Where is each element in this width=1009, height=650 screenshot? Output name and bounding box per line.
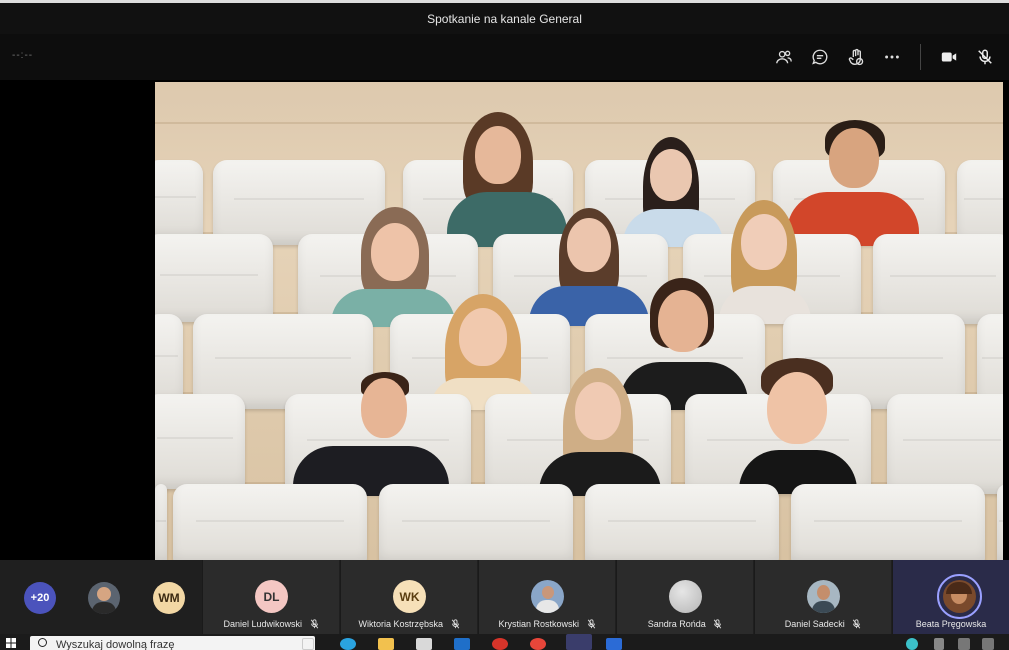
auditorium-seat (585, 484, 779, 560)
network-icon[interactable] (958, 638, 970, 650)
windows-start-icon[interactable] (6, 638, 16, 648)
participants-icon (776, 50, 792, 64)
participant-name: Wiktoria Kostrzębska (358, 619, 443, 629)
mic-muted-icon (978, 49, 992, 65)
participants-button[interactable] (766, 39, 802, 75)
tray-icon[interactable] (906, 638, 918, 650)
os-taskbar: Wyszukaj dowolną frazę (0, 634, 1009, 650)
participant-name-row: Sandra Rońda (617, 619, 753, 629)
avatar-initials: DL (263, 589, 280, 604)
chrome-icon[interactable] (530, 638, 546, 650)
window-title: Spotkanie na kanale General (427, 11, 582, 26)
avatar-photo (943, 580, 976, 613)
participant-video (539, 368, 661, 496)
participant-tile[interactable]: Sandra Rońda (616, 560, 753, 634)
avatar: DL (255, 580, 288, 613)
auditorium-seat (173, 484, 367, 560)
word-icon[interactable] (606, 638, 622, 650)
mic-button[interactable] (967, 39, 1003, 75)
mic-muted-icon (310, 619, 318, 629)
reactions-icon (848, 48, 864, 66)
participant-name-row: Krystian Rostkowski (479, 619, 615, 629)
participant-name: Beata Pręgowska (915, 619, 987, 629)
reactions-button[interactable] (838, 39, 874, 75)
store-icon[interactable] (416, 638, 432, 650)
avatar-initials: WK (399, 589, 420, 604)
volume-icon[interactable] (982, 638, 994, 650)
participant-avatar-photo[interactable] (88, 582, 120, 614)
meeting-timer: --:-- (12, 50, 34, 61)
participant-tile[interactable]: DL Daniel Ludwikowski (202, 560, 339, 634)
video-stage (0, 80, 1009, 560)
auditorium-seat (957, 160, 1003, 245)
auditorium-seat (873, 234, 1003, 324)
avatar-initials: WM (158, 591, 180, 605)
participant-name: Daniel Ludwikowski (223, 619, 303, 629)
window-titlebar: Spotkanie na kanale General (0, 0, 1009, 34)
more-participants-button[interactable]: +20 (24, 582, 56, 614)
participant-name-row: Daniel Ludwikowski (203, 619, 339, 629)
participant-tile[interactable]: WK Wiktoria Kostrzębska (340, 560, 477, 634)
mic-muted-icon (587, 619, 595, 629)
participant-video (293, 372, 449, 496)
teams-icon[interactable] (566, 634, 592, 650)
chat-icon (812, 49, 828, 65)
auditorium-seat (791, 484, 985, 560)
auditorium-seat (155, 234, 273, 322)
auditorium-seat (379, 484, 573, 560)
participant-strip: +20 WM DL Daniel Ludwikowski WK Wiktoria… (0, 560, 1009, 634)
more-participants-count: +20 (30, 592, 50, 604)
participant-avatar-initials[interactable]: WM (153, 582, 185, 614)
file-explorer-icon[interactable] (378, 638, 394, 650)
auditorium-seat (155, 314, 183, 404)
tray-chevron-icon[interactable] (934, 638, 944, 650)
auditorium-seat (155, 484, 167, 560)
camera-icon (941, 52, 957, 62)
auditorium-seat (155, 394, 245, 489)
more-actions-icon (885, 55, 899, 59)
avatar: WK (393, 580, 426, 613)
participant-name-row: Beata Pręgowska (893, 619, 1009, 629)
participant-tile-active-speaker[interactable]: Beata Pręgowska (892, 560, 1009, 634)
auditorium-seat (887, 394, 1003, 494)
together-mode-auditorium (155, 82, 1003, 560)
taskbar-search-box[interactable]: Wyszukaj dowolną frazę (30, 636, 315, 650)
avatar-photo (531, 580, 564, 613)
participant-tile[interactable]: Daniel Sadecki (754, 560, 891, 634)
participant-name: Krystian Rostkowski (498, 619, 579, 629)
meeting-controls-bar: --:-- (0, 34, 1009, 80)
participant-name-row: Wiktoria Kostrzębska (341, 619, 477, 629)
more-actions-button[interactable] (874, 39, 910, 75)
meeting-toolbar (766, 34, 1003, 80)
toolbar-divider (920, 44, 921, 70)
mail-icon[interactable] (454, 638, 470, 650)
mic-muted-icon (853, 619, 861, 629)
participant-name: Daniel Sadecki (784, 619, 845, 629)
participant-video (739, 358, 857, 494)
participant-name: Sandra Rońda (647, 619, 706, 629)
chat-button[interactable] (802, 39, 838, 75)
search-icon (38, 638, 47, 647)
app-icon[interactable] (492, 638, 508, 650)
avatar-photo (669, 580, 702, 613)
task-view-icon[interactable] (302, 638, 314, 650)
mic-muted-icon (714, 619, 722, 629)
auditorium-seat (997, 484, 1003, 560)
avatar-photo (807, 580, 840, 613)
participant-tile[interactable]: Krystian Rostkowski (478, 560, 615, 634)
participant-name-row: Daniel Sadecki (755, 619, 891, 629)
mic-muted-icon (451, 619, 459, 629)
auditorium-seat (155, 160, 203, 240)
camera-button[interactable] (931, 39, 967, 75)
edge-browser-icon[interactable] (340, 638, 356, 650)
taskbar-search-placeholder: Wyszukaj dowolną frazę (56, 639, 175, 650)
